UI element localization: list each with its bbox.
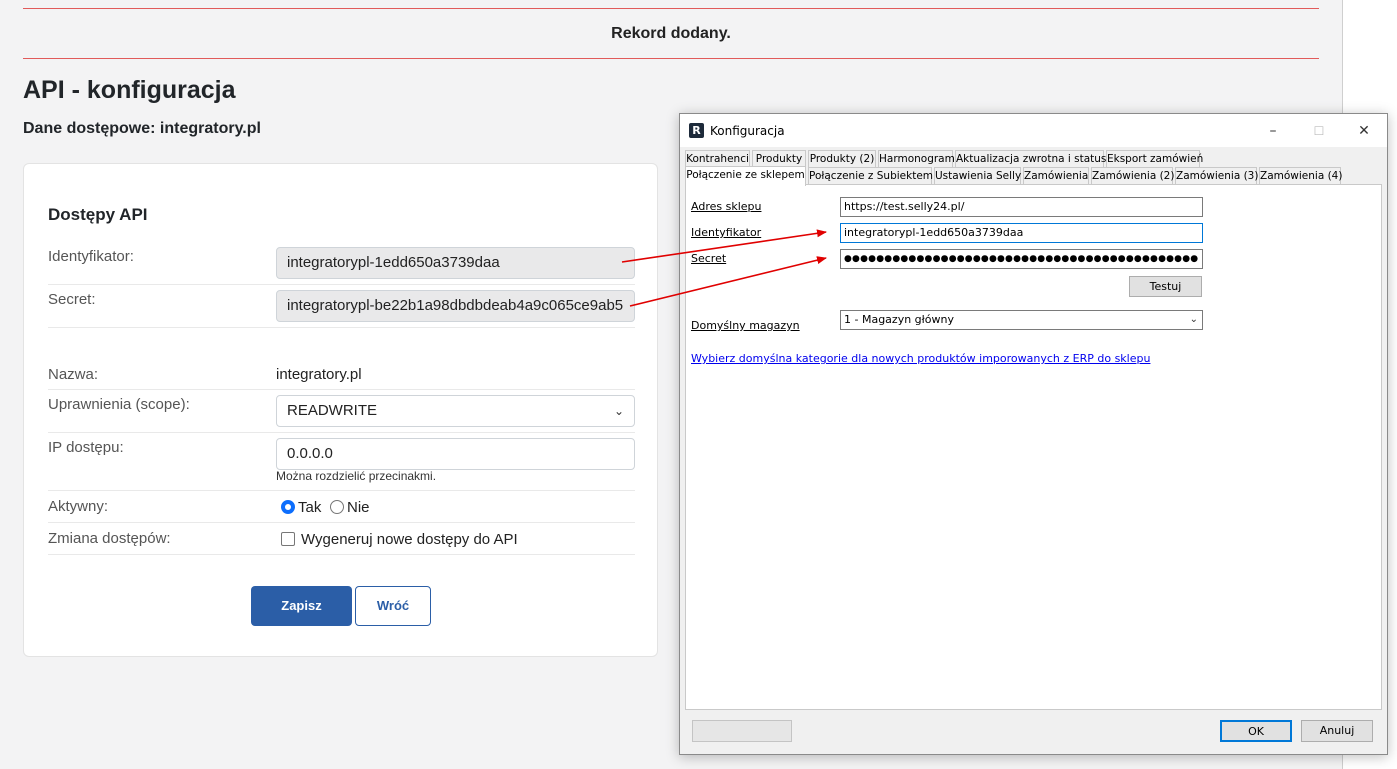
dialog-title: Konfiguracja	[710, 124, 785, 138]
tab-panel: Adres sklepu https://test.selly24.pl/ Id…	[685, 184, 1382, 710]
page-subtitle: Dane dostępowe: integratory.pl	[23, 120, 261, 137]
dialog-identifier-label: Identyfikator	[691, 226, 762, 239]
tab-eksport-zamowien[interactable]: Eksport zamówień	[1106, 150, 1203, 168]
cancel-button[interactable]: Anuluj	[1301, 720, 1373, 742]
scope-label: Uprawnienia (scope):	[48, 396, 190, 413]
tab-zamowienia-2[interactable]: Zamówienia (2)	[1091, 167, 1174, 185]
tab-polaczenie-ze-sklepem[interactable]: Połączenie ze sklepem	[685, 166, 806, 186]
warehouse-selected-value: 1 - Magazyn główny	[844, 313, 954, 326]
regenerate-checkbox[interactable]	[281, 532, 295, 546]
identifier-field[interactable]: integratorypl-1edd650a3739daa	[276, 247, 635, 279]
warehouse-select[interactable]: 1 - Magazyn główny ⌄	[840, 310, 1203, 330]
warehouse-label: Domyślny magazyn	[691, 319, 800, 332]
regenerate-label[interactable]: Wygeneruj nowe dostępy do API	[301, 531, 518, 548]
dialog-footer: OK Anuluj	[680, 710, 1387, 754]
name-value: integratory.pl	[276, 366, 362, 383]
active-yes-radio[interactable]	[281, 500, 295, 514]
maximize-icon[interactable]: ☐	[1304, 120, 1334, 142]
row-divider	[48, 554, 635, 555]
dialog-secret-input[interactable]: ●●●●●●●●●●●●●●●●●●●●●●●●●●●●●●●●●●●●●●●●…	[840, 249, 1203, 269]
minimize-icon[interactable]: –	[1258, 120, 1288, 142]
shop-address-label: Adres sklepu	[691, 200, 762, 213]
alert-top-border	[23, 8, 1319, 9]
active-no-radio[interactable]	[330, 500, 344, 514]
tab-zamowienia-4[interactable]: Zamówienia (4)	[1259, 167, 1342, 185]
tab-harmonogram[interactable]: Harmonogram	[878, 150, 955, 168]
tab-aktualizacja-zwrotna[interactable]: Aktualizacja zwrotna i statusy	[955, 150, 1113, 168]
name-label: Nazwa:	[48, 366, 99, 383]
secret-field[interactable]: integratorypl-be22b1a98dbdbdeab4a9c065ce…	[276, 290, 635, 322]
tab-produkty-2[interactable]: Produkty (2)	[808, 150, 876, 168]
tab-zamowienia-3[interactable]: Zamówienia (3)	[1175, 167, 1258, 185]
test-button[interactable]: Testuj	[1129, 276, 1202, 297]
active-label: Aktywny:	[48, 498, 109, 515]
alert-message: Rekord dodany.	[611, 25, 731, 42]
tab-ustawienia-selly[interactable]: Ustawienia Selly	[934, 167, 1021, 185]
alert-bottom-border	[23, 58, 1319, 59]
close-icon[interactable]: ✕	[1349, 120, 1379, 142]
chevron-down-icon: ⌄	[1189, 314, 1198, 325]
app-icon: R	[689, 123, 704, 138]
default-category-link[interactable]: Wybierz domyślna kategorie dla nowych pr…	[691, 352, 1150, 365]
api-access-card: Dostępy API Identyfikator: integratorypl…	[23, 163, 658, 657]
scope-select[interactable]: READWRITE ⌄	[276, 395, 635, 427]
footer-blank-button[interactable]	[692, 720, 792, 742]
ip-input[interactable]: 0.0.0.0	[276, 438, 635, 470]
back-button[interactable]: Wróć	[355, 586, 431, 626]
dialog-titlebar[interactable]: R Konfiguracja – ☐ ✕	[680, 114, 1387, 147]
row-divider	[48, 389, 635, 390]
row-divider	[48, 284, 635, 285]
scope-selected-value: READWRITE	[287, 402, 377, 419]
row-divider	[48, 432, 635, 433]
row-divider	[48, 327, 635, 328]
chevron-down-icon: ⌄	[613, 404, 624, 418]
change-access-label: Zmiana dostępów:	[48, 530, 171, 547]
dialog-identifier-input[interactable]: integratorypl-1edd650a3739daa	[840, 223, 1203, 243]
row-divider	[48, 490, 635, 491]
page-title: API - konfiguracja	[23, 76, 236, 104]
card-title: Dostępy API	[48, 205, 148, 224]
ip-label: IP dostępu:	[48, 439, 124, 456]
ip-hint: Można rozdzielić przecinakmi.	[276, 469, 437, 483]
active-yes-label[interactable]: Tak	[298, 499, 321, 516]
row-divider	[48, 522, 635, 523]
secret-label: Secret:	[48, 291, 96, 308]
shop-address-input[interactable]: https://test.selly24.pl/	[840, 197, 1203, 217]
tab-zamowienia[interactable]: Zamówienia	[1023, 167, 1089, 185]
identifier-label: Identyfikator:	[48, 248, 134, 265]
ok-button[interactable]: OK	[1220, 720, 1292, 742]
tab-polaczenie-z-subiektem[interactable]: Połączenie z Subiektem	[808, 167, 933, 185]
dialog-secret-label: Secret	[691, 252, 727, 265]
save-button[interactable]: Zapisz	[251, 586, 352, 626]
configuration-dialog: R Konfiguracja – ☐ ✕ Kontrahenci Produkt…	[679, 113, 1388, 755]
active-no-label[interactable]: Nie	[347, 499, 370, 516]
